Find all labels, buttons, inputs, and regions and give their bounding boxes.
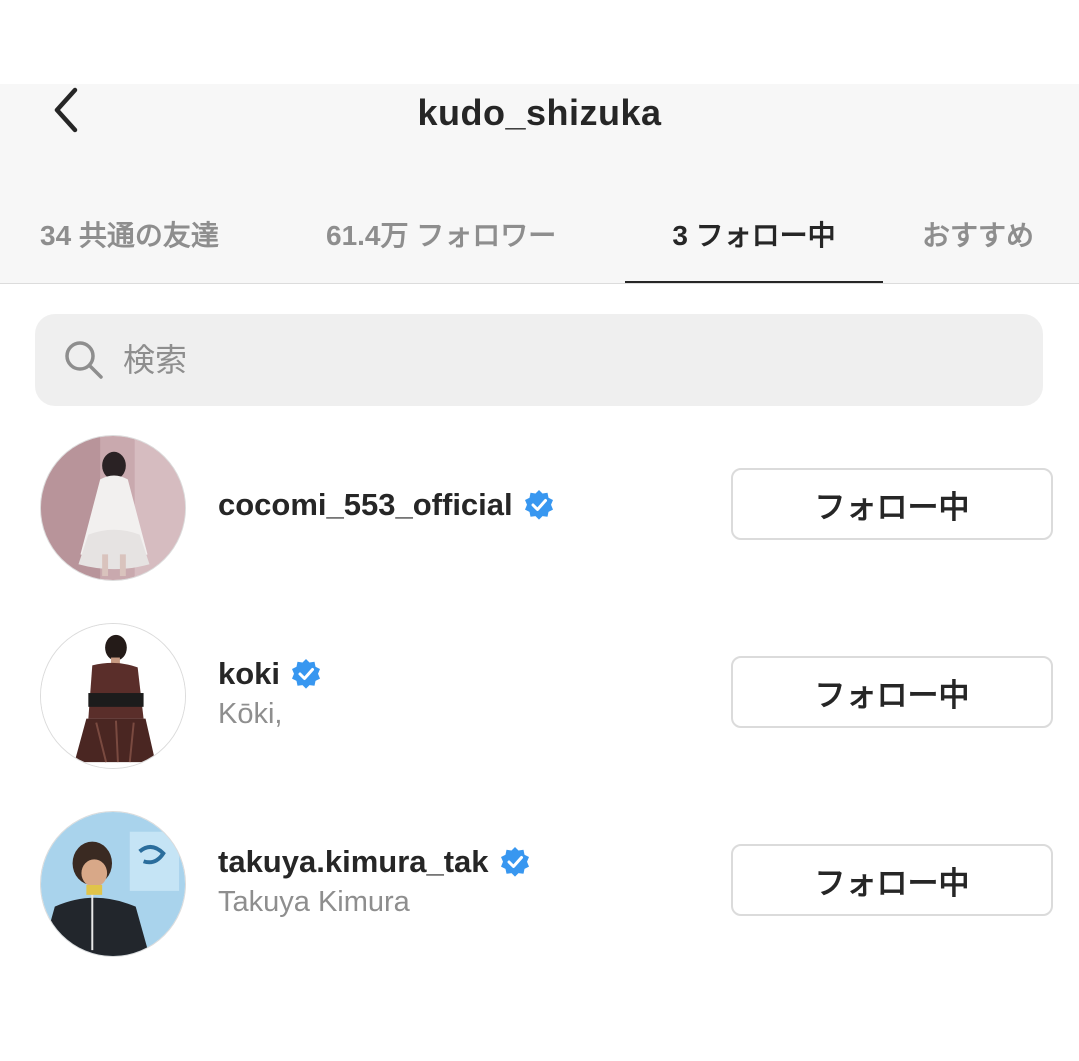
list-item: cocomi_553_official フォロー中 [0, 430, 1079, 581]
active-tab-indicator [625, 281, 883, 283]
username: takuya.kimura_tak [218, 843, 489, 879]
tab-bar: 34 共通の友達 61.4万 フォロワー 3 フォロー中 おすすめ [0, 204, 1079, 284]
list-item: koki Kōki, フォロー中 [0, 618, 1079, 769]
avatar[interactable] [40, 811, 186, 957]
account-names[interactable]: cocomi_553_official [218, 430, 555, 580]
full-name: Takuya Kimura [218, 885, 410, 918]
profile-header: kudo_shizuka 34 共通の友達 61.4万 フォロワー 3 フォロー… [0, 84, 1079, 284]
status-bar-area [0, 0, 1079, 84]
avatar[interactable] [40, 623, 186, 769]
verified-badge-icon [523, 489, 555, 521]
tab-suggested[interactable]: おすすめ [922, 204, 1034, 284]
following-button[interactable]: フォロー中 [731, 656, 1053, 728]
account-names[interactable]: takuya.kimura_tak Takuya Kimura [218, 806, 531, 956]
tab-followers[interactable]: 61.4万 フォロワー [326, 204, 556, 284]
search-input[interactable] [123, 341, 1003, 379]
verified-badge-icon [290, 658, 322, 690]
username: koki [218, 655, 281, 691]
following-button[interactable]: フォロー中 [731, 468, 1053, 540]
search-icon [63, 339, 105, 381]
verified-badge-icon [499, 846, 531, 878]
username: cocomi_553_official [218, 487, 513, 522]
search-bar[interactable] [35, 314, 1043, 406]
list-item: takuya.kimura_tak Takuya Kimura フォロー中 [0, 806, 1079, 957]
full-name: Kōki, [218, 697, 283, 730]
page-title: kudo_shizuka [417, 92, 662, 133]
tab-mutual-friends[interactable]: 34 共通の友達 [40, 204, 219, 284]
following-button[interactable]: フォロー中 [731, 844, 1053, 916]
tab-following[interactable]: 3 フォロー中 [625, 204, 883, 284]
account-names[interactable]: koki Kōki, [218, 618, 322, 768]
avatar[interactable] [40, 435, 186, 581]
